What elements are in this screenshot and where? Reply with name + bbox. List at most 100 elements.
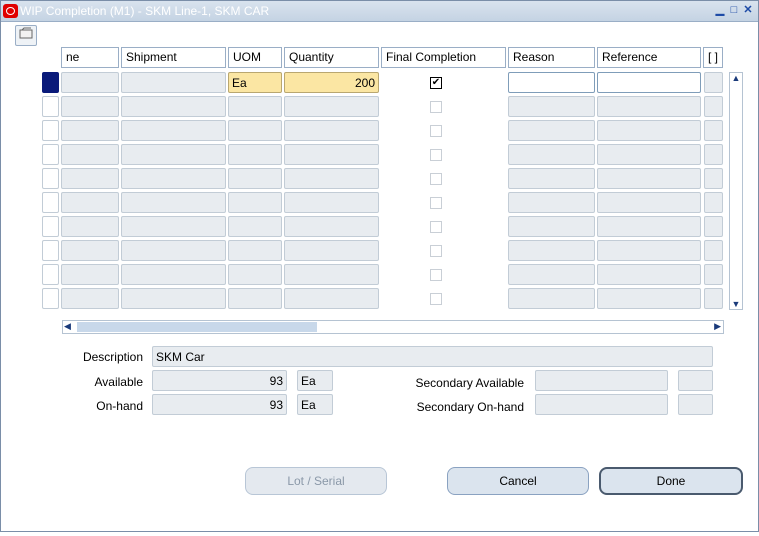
reason-cell[interactable] — [508, 168, 595, 189]
scroll-down-icon[interactable]: ▼ — [731, 299, 741, 309]
final-completion-checkbox[interactable] — [430, 125, 442, 137]
horizontal-scrollbar[interactable]: ◀ ▶ — [62, 320, 724, 334]
lot-serial-button[interactable]: Lot / Serial — [245, 467, 387, 495]
reference-cell[interactable] — [597, 120, 701, 141]
row-selector[interactable] — [42, 96, 59, 117]
final-completion-checkbox[interactable]: ✔ — [430, 77, 442, 89]
horizontal-scroll-thumb[interactable] — [77, 322, 317, 332]
dff-cell[interactable] — [704, 216, 723, 237]
reason-cell[interactable] — [508, 240, 595, 261]
name-cell[interactable] — [61, 240, 119, 261]
dff-cell[interactable] — [704, 192, 723, 213]
name-cell[interactable] — [61, 96, 119, 117]
secondary-onhand-uom-field[interactable] — [678, 394, 713, 415]
row-selector[interactable] — [42, 264, 59, 285]
quantity-cell[interactable]: 200 — [284, 72, 379, 93]
final-completion-checkbox[interactable] — [430, 221, 442, 233]
reason-cell[interactable] — [508, 144, 595, 165]
quantity-cell[interactable] — [284, 216, 379, 237]
scroll-left-icon[interactable]: ◀ — [64, 321, 71, 332]
row-selector[interactable] — [42, 216, 59, 237]
secondary-available-uom-field[interactable] — [678, 370, 713, 391]
uom-cell[interactable] — [228, 168, 282, 189]
shipment-cell[interactable] — [121, 144, 226, 165]
uom-cell[interactable] — [228, 120, 282, 141]
reason-cell[interactable] — [508, 216, 595, 237]
shipment-cell[interactable] — [121, 72, 226, 93]
row-selector[interactable] — [42, 240, 59, 261]
secondary-available-field[interactable] — [535, 370, 668, 391]
reason-cell[interactable] — [508, 72, 595, 93]
shipment-cell[interactable] — [121, 288, 226, 309]
done-button[interactable]: Done — [599, 467, 743, 495]
final-completion-checkbox[interactable] — [430, 269, 442, 281]
quantity-cell[interactable] — [284, 168, 379, 189]
dff-cell[interactable] — [704, 288, 723, 309]
secondary-onhand-field[interactable] — [535, 394, 668, 415]
vertical-scrollbar[interactable]: ▲ ▼ — [729, 72, 743, 310]
quantity-cell[interactable] — [284, 264, 379, 285]
quantity-cell[interactable] — [284, 240, 379, 261]
uom-cell[interactable]: Ea — [228, 72, 282, 93]
reference-cell[interactable] — [597, 192, 701, 213]
name-cell[interactable] — [61, 264, 119, 285]
quantity-cell[interactable] — [284, 96, 379, 117]
reference-cell[interactable] — [597, 96, 701, 117]
name-cell[interactable] — [61, 168, 119, 189]
final-completion-checkbox[interactable] — [430, 149, 442, 161]
reference-cell[interactable] — [597, 264, 701, 285]
cancel-button[interactable]: Cancel — [447, 467, 589, 495]
row-selector[interactable] — [42, 144, 59, 165]
dff-cell[interactable] — [704, 168, 723, 189]
final-completion-checkbox[interactable] — [430, 101, 442, 113]
row-selector[interactable] — [42, 120, 59, 141]
reason-cell[interactable] — [508, 264, 595, 285]
row-selector[interactable] — [42, 192, 59, 213]
quantity-cell[interactable] — [284, 288, 379, 309]
folder-tools-icon[interactable] — [15, 25, 37, 46]
reference-cell[interactable] — [597, 144, 701, 165]
final-completion-checkbox[interactable] — [430, 197, 442, 209]
available-quantity-field[interactable]: 93 — [152, 370, 287, 391]
name-cell[interactable] — [61, 192, 119, 213]
scroll-up-icon[interactable]: ▲ — [731, 73, 741, 83]
name-cell[interactable] — [61, 144, 119, 165]
dff-cell[interactable] — [704, 240, 723, 261]
row-selector[interactable] — [42, 288, 59, 309]
scroll-right-icon[interactable]: ▶ — [714, 321, 721, 332]
dff-cell[interactable] — [704, 264, 723, 285]
dff-cell[interactable] — [704, 96, 723, 117]
available-uom-field[interactable]: Ea — [297, 370, 333, 391]
shipment-cell[interactable] — [121, 192, 226, 213]
quantity-cell[interactable] — [284, 120, 379, 141]
shipment-cell[interactable] — [121, 216, 226, 237]
reason-cell[interactable] — [508, 288, 595, 309]
onhand-uom-field[interactable]: Ea — [297, 394, 333, 415]
reason-cell[interactable] — [508, 120, 595, 141]
row-selector[interactable] — [42, 72, 59, 93]
uom-cell[interactable] — [228, 192, 282, 213]
reference-cell[interactable] — [597, 216, 701, 237]
uom-cell[interactable] — [228, 288, 282, 309]
uom-cell[interactable] — [228, 144, 282, 165]
shipment-cell[interactable] — [121, 96, 226, 117]
reference-cell[interactable] — [597, 240, 701, 261]
uom-cell[interactable] — [228, 240, 282, 261]
dff-cell[interactable] — [704, 120, 723, 141]
name-cell[interactable] — [61, 216, 119, 237]
uom-cell[interactable] — [228, 96, 282, 117]
description-field[interactable]: SKM Car — [152, 346, 713, 367]
quantity-cell[interactable] — [284, 144, 379, 165]
dff-cell[interactable] — [704, 144, 723, 165]
final-completion-checkbox[interactable] — [430, 293, 442, 305]
minimize-icon[interactable]: ▁ — [714, 4, 726, 16]
shipment-cell[interactable] — [121, 264, 226, 285]
name-cell[interactable] — [61, 288, 119, 309]
final-completion-checkbox[interactable] — [430, 173, 442, 185]
uom-cell[interactable] — [228, 216, 282, 237]
uom-cell[interactable] — [228, 264, 282, 285]
shipment-cell[interactable] — [121, 240, 226, 261]
reference-cell[interactable] — [597, 168, 701, 189]
final-completion-checkbox[interactable] — [430, 245, 442, 257]
shipment-cell[interactable] — [121, 168, 226, 189]
